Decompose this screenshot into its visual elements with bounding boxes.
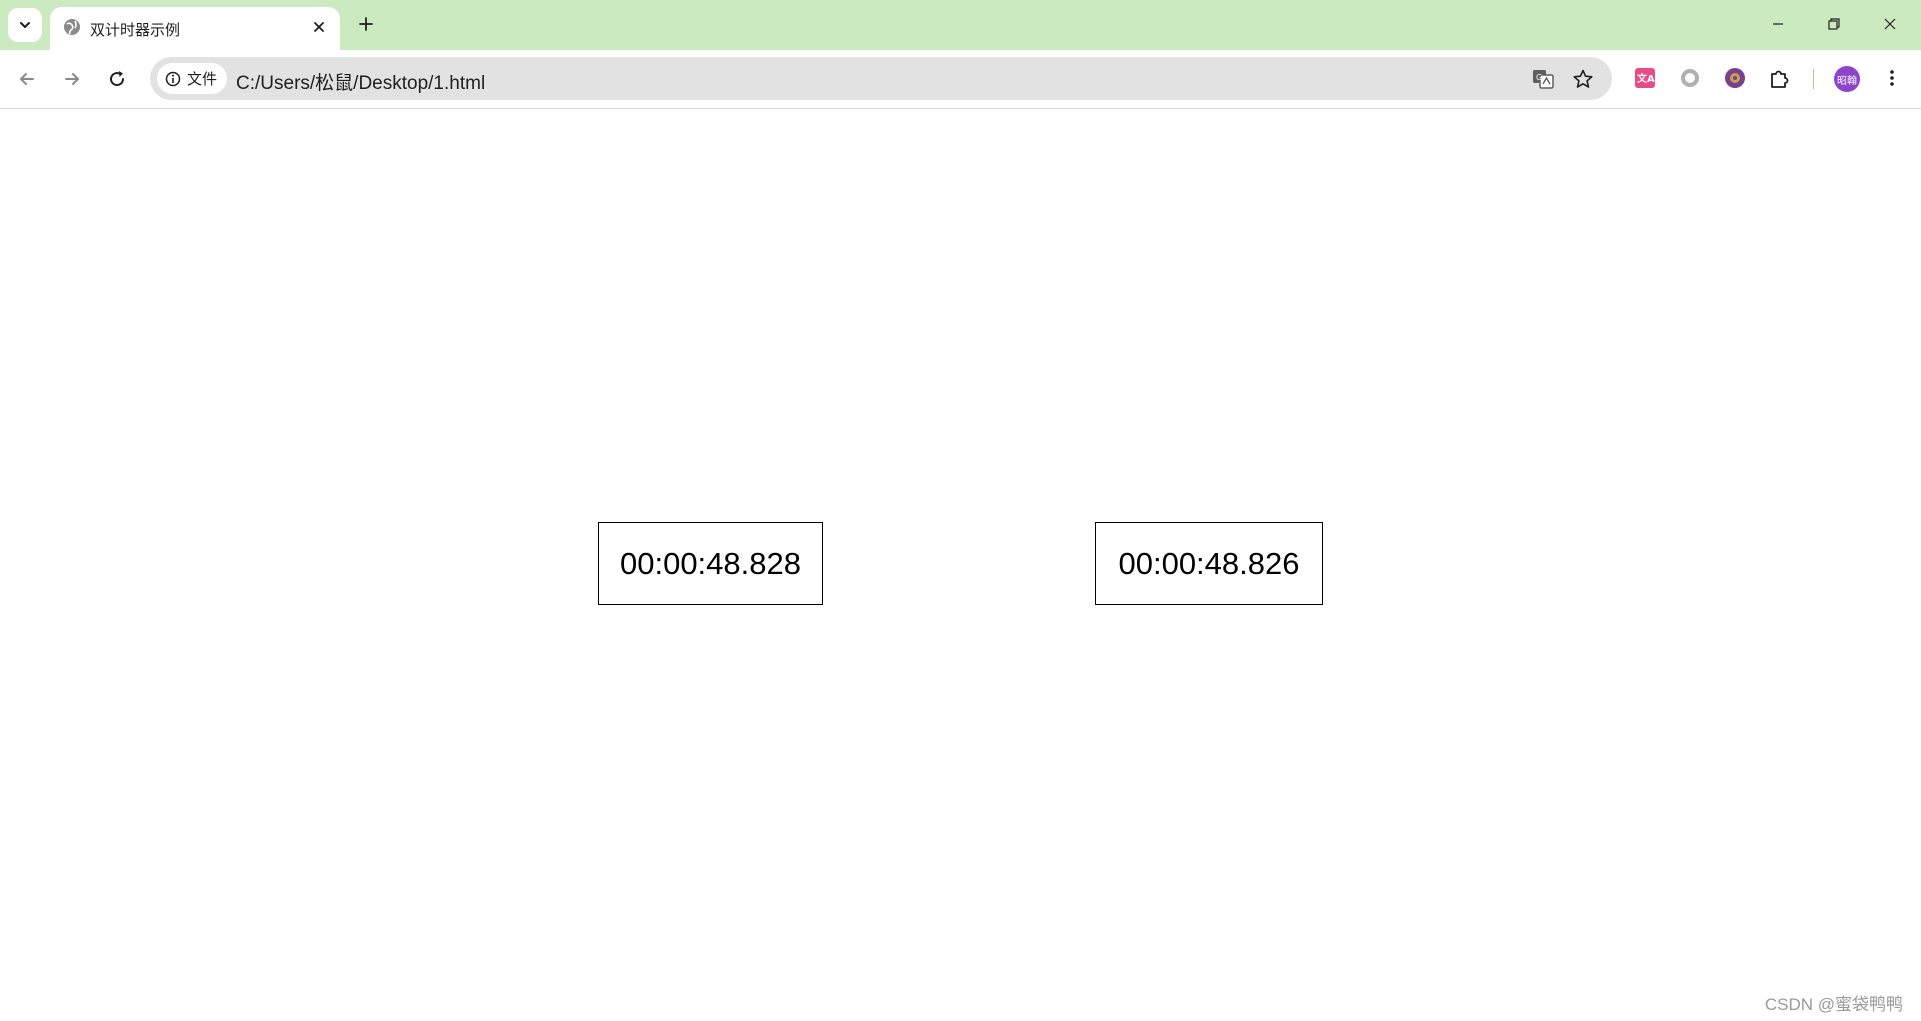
translate-icon: G bbox=[1533, 70, 1554, 89]
browser-window: 双计时器示例 文件 C:/Users/松鼠/Desktop/1.html G 文… bbox=[0, 0, 1921, 1021]
plus-icon bbox=[359, 17, 373, 31]
chevron-down-icon bbox=[20, 22, 30, 28]
profile-avatar[interactable]: 昭翰 bbox=[1834, 66, 1860, 92]
tab-search-button[interactable] bbox=[8, 8, 42, 42]
kebab-menu-icon bbox=[1890, 70, 1894, 86]
address-bar[interactable]: 文件 C:/Users/松鼠/Desktop/1.html G bbox=[150, 57, 1612, 100]
active-tab[interactable]: 双计时器示例 bbox=[50, 7, 340, 50]
site-info-label: 文件 bbox=[187, 71, 218, 88]
back-arrow-icon bbox=[20, 73, 34, 85]
svg-text:G: G bbox=[1536, 73, 1542, 82]
close-window-icon bbox=[1884, 18, 1896, 30]
tab-title: 双计时器示例 bbox=[90, 22, 181, 39]
new-tab-button[interactable] bbox=[352, 10, 380, 38]
forward-button[interactable] bbox=[55, 62, 89, 96]
translate-extension-icon: 文A bbox=[1635, 68, 1655, 88]
watermark: CSDN @蜜袋鸭鸭 bbox=[1764, 995, 1903, 1014]
browser-toolbar: 文件 C:/Users/松鼠/Desktop/1.html G 文A 昭翰 bbox=[0, 50, 1921, 109]
extensions-button[interactable] bbox=[1765, 63, 1795, 93]
bug-extension-button[interactable] bbox=[1720, 63, 1750, 93]
translate-button[interactable]: G bbox=[1530, 66, 1556, 92]
circle-extension-button[interactable] bbox=[1675, 63, 1705, 93]
tab-strip: 双计时器示例 bbox=[0, 0, 1921, 50]
menu-button[interactable] bbox=[1877, 63, 1907, 93]
timer-display-2: 00:00:48.826 bbox=[1095, 522, 1323, 605]
circle-extension-icon bbox=[1681, 69, 1699, 87]
reload-icon bbox=[110, 71, 125, 87]
restore-icon bbox=[1828, 18, 1840, 30]
bug-extension-icon bbox=[1725, 68, 1745, 88]
close-icon bbox=[314, 22, 324, 32]
close-window-button[interactable] bbox=[1862, 0, 1918, 48]
star-icon bbox=[1573, 69, 1593, 88]
back-button[interactable] bbox=[10, 62, 44, 96]
info-icon bbox=[165, 71, 181, 86]
site-info-chip[interactable]: 文件 bbox=[157, 63, 228, 94]
svg-text:文A: 文A bbox=[1637, 72, 1655, 85]
restore-button[interactable] bbox=[1806, 0, 1862, 48]
bookmark-button[interactable] bbox=[1570, 66, 1596, 92]
timer-display-1: 00:00:48.828 bbox=[598, 522, 823, 605]
tab-close-button[interactable] bbox=[308, 16, 330, 38]
minimize-icon bbox=[1773, 23, 1783, 25]
reload-button[interactable] bbox=[100, 62, 134, 96]
puzzle-icon bbox=[1771, 70, 1789, 88]
minimize-button[interactable] bbox=[1750, 0, 1806, 48]
url-text[interactable]: C:/Users/松鼠/Desktop/1.html bbox=[236, 68, 485, 95]
translate-extension-button[interactable]: 文A bbox=[1630, 63, 1660, 93]
globe-icon bbox=[64, 19, 80, 35]
forward-arrow-icon bbox=[65, 73, 79, 85]
page-content: 00:00:48.828 00:00:48.826 CSDN @蜜袋鸭鸭 bbox=[0, 109, 1921, 1021]
toolbar-divider bbox=[1813, 69, 1814, 89]
